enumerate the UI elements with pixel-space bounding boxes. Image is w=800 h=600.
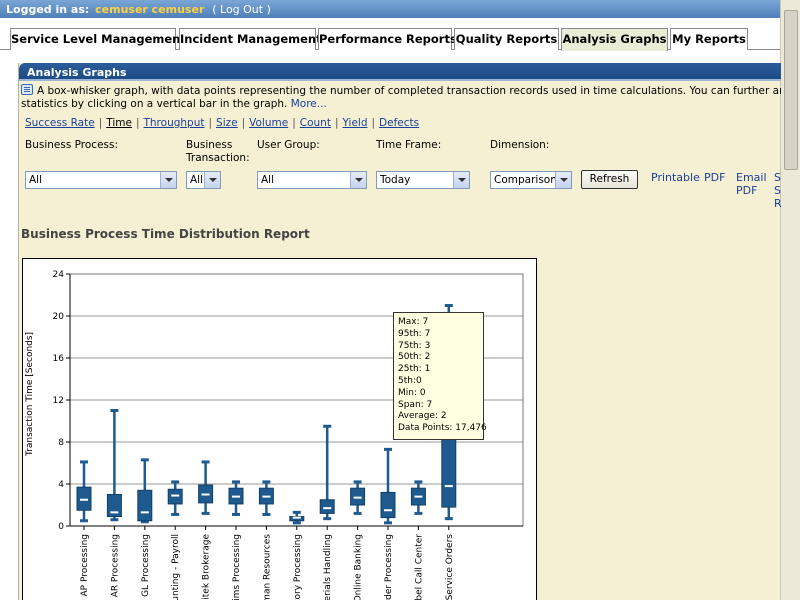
- scrollbar-thumb[interactable]: [784, 10, 798, 170]
- panel-title: Analysis Graphs: [19, 63, 781, 81]
- metric-yield[interactable]: Yield: [342, 117, 367, 129]
- tooltip-min: Min: 0: [398, 387, 426, 398]
- panel-description: A box-whisker graph, with data points re…: [21, 84, 781, 111]
- x-category-label: g - AP Processing: [80, 534, 90, 600]
- tab-my-reports[interactable]: My Reports: [670, 28, 748, 50]
- chevron-down-icon: [350, 172, 366, 188]
- x-category-label: iebel Call Center: [414, 534, 424, 600]
- box: [350, 487, 366, 506]
- y-tick-label: 24: [53, 270, 65, 280]
- business-transaction-label: Business Transaction:: [186, 139, 250, 164]
- vertical-scrollbar[interactable]: [780, 0, 800, 600]
- business-transaction-select[interactable]: All: [186, 171, 221, 189]
- metric-defects[interactable]: Defects: [379, 117, 419, 129]
- metric-links: Success Rate | Time | Throughput | Size | Volume…: [25, 117, 420, 129]
- time-frame-label: Time Frame:: [376, 139, 442, 151]
- x-category-label: aterials Handling: [323, 534, 333, 600]
- y-tick-label: 20: [53, 312, 65, 322]
- tooltip-span: Span: 7: [398, 399, 433, 410]
- box: [319, 499, 335, 514]
- tooltip-5th: 5th:0: [398, 375, 422, 386]
- tooltip-95th: 95th: 7: [398, 328, 431, 339]
- chevron-down-icon: [453, 172, 469, 188]
- box: [167, 488, 183, 505]
- logout-link[interactable]: ( Log Out ): [212, 3, 271, 16]
- chevron-down-icon: [204, 172, 220, 188]
- truncated-link[interactable]: S S R: [774, 171, 782, 210]
- analysis-panel: Analysis Graphs A box-whisker graph, wit…: [18, 63, 782, 600]
- tooltip-50th: 50th: 2: [398, 352, 431, 363]
- chevron-down-icon: [160, 172, 176, 188]
- box: [137, 489, 153, 522]
- y-tick-label: 12: [53, 396, 64, 406]
- x-category-label: g - AR Processing: [110, 534, 120, 600]
- tooltip-max: Max: 7: [398, 317, 429, 327]
- more-link[interactable]: More...: [291, 98, 327, 110]
- user-group-label: User Group:: [257, 139, 320, 151]
- y-tick-label: 0: [58, 522, 64, 532]
- x-category-label: Claims Processing: [232, 534, 242, 600]
- description-line-1: A box-whisker graph, with data points re…: [37, 85, 781, 97]
- metric-throughput[interactable]: Throughput: [143, 117, 204, 129]
- top-bar: Logged in as: cemuser cemuser ( Log Out …: [0, 0, 780, 18]
- x-category-label: Online Banking: [354, 534, 364, 600]
- dimension-value: Comparison: [494, 174, 557, 186]
- tab-incident-management[interactable]: Incident Management: [179, 28, 322, 50]
- info-icon: [21, 84, 33, 95]
- business-transaction-value: All: [190, 174, 204, 186]
- y-tick-label: 4: [58, 480, 64, 490]
- metric-volume[interactable]: Volume: [249, 117, 288, 129]
- description-line-2: statistics by clicking on a vertical bar…: [21, 98, 288, 110]
- metric-success-rate[interactable]: Success Rate: [25, 117, 95, 129]
- tab-bar: Service Level Management Incident Manage…: [0, 28, 780, 51]
- time-frame-value: Today: [380, 174, 411, 186]
- tooltip-75th: 75th: 3: [398, 340, 431, 351]
- box: [76, 486, 92, 511]
- x-category-label: entory Processing: [293, 534, 303, 600]
- user-name: cemuser cemuser: [95, 3, 205, 16]
- box: [380, 491, 396, 519]
- y-axis-label: Transaction Time [Seconds]: [25, 331, 35, 456]
- metric-count[interactable]: Count: [300, 117, 331, 129]
- refresh-button[interactable]: Refresh: [581, 170, 638, 189]
- metric-time[interactable]: Time: [106, 117, 132, 129]
- user-group-select[interactable]: All: [257, 171, 367, 189]
- user-group-value: All: [261, 174, 275, 186]
- tab-analysis-graphs[interactable]: Analysis Graphs: [561, 28, 668, 51]
- printable-link[interactable]: Printable: [651, 171, 700, 184]
- x-category-label: Human Resources: [262, 534, 272, 600]
- y-tick-label: 16: [53, 354, 65, 364]
- x-category-label: el Service Orders: [445, 534, 455, 600]
- metric-size[interactable]: Size: [216, 117, 238, 129]
- business-process-select[interactable]: All: [25, 171, 177, 189]
- tab-quality-reports[interactable]: Quality Reports: [454, 28, 559, 50]
- tab-service-level-management[interactable]: Service Level Management: [10, 28, 186, 50]
- x-category-label: Avitek Brokerage: [202, 534, 212, 600]
- x-category-label: g - GL Processing: [141, 534, 151, 600]
- tooltip-data-points: Data Points: 17,476: [398, 423, 487, 434]
- dimension-label: Dimension:: [490, 139, 550, 151]
- chart-tooltip: Max: 7 95th: 7 75th: 3 50th: 2 25th: 1 5…: [393, 312, 487, 440]
- dimension-select[interactable]: Comparison: [490, 171, 572, 189]
- time-frame-select[interactable]: Today: [376, 171, 470, 189]
- y-tick-label: 8: [58, 438, 64, 448]
- tab-performance-reports[interactable]: Performance Reports: [318, 28, 457, 50]
- x-category-label: ounting - Payroll: [171, 534, 181, 600]
- chevron-down-icon: [555, 172, 571, 188]
- pdf-link[interactable]: PDF: [704, 171, 725, 184]
- business-process-value: All: [29, 174, 43, 186]
- report-title: Business Process Time Distribution Repor…: [21, 227, 310, 241]
- tooltip-average: Average: 2: [398, 411, 447, 422]
- x-category-label: Order Processing: [384, 534, 394, 600]
- business-process-label: Business Process:: [25, 139, 119, 151]
- email-pdf-link[interactable]: Email PDF: [736, 171, 767, 197]
- logged-in-label: Logged in as:: [6, 3, 90, 16]
- tooltip-25th: 25th: 1: [398, 364, 431, 375]
